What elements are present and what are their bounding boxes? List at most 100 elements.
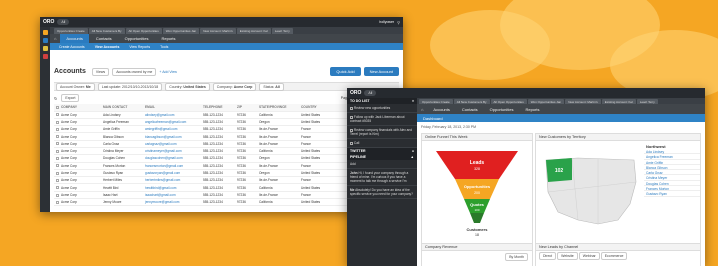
chat-message: Me Absolutely! Do you have an idea of th…	[347, 186, 417, 199]
feed-icon[interactable]	[42, 54, 48, 59]
cell-state: Ile-de-France	[257, 191, 299, 200]
nav-contacts[interactable]: Contacts	[90, 34, 118, 43]
subnav-create-accounts[interactable]: Create Accounts	[54, 45, 90, 49]
col-state[interactable]: STATE/PROVINCE	[257, 104, 299, 112]
cell-contact: Blanca Gibson	[101, 132, 143, 141]
add-view-link[interactable]: + Add View	[159, 70, 177, 74]
filter-updated[interactable]: Last update: 2012/10/10-2013/10/18	[97, 82, 163, 91]
pinned-tab[interactable]: Lead: Terry	[271, 28, 293, 34]
col-telephone[interactable]: TELEPHONE	[201, 104, 235, 112]
cell-email[interactable]: douglascohen@gmail.com	[143, 154, 201, 163]
nav-contacts[interactable]: Contacts	[456, 105, 484, 114]
refresh-icon[interactable]: ↻	[54, 96, 57, 101]
col-zip[interactable]: ZIP	[235, 104, 257, 112]
contact-link[interactable]: Gustavo Ryan	[644, 191, 700, 197]
revenue-filter-select[interactable]: By Month	[505, 253, 528, 261]
leads-tab-ecommerce[interactable]: Ecommerce	[600, 252, 628, 260]
export-button[interactable]: Export	[61, 94, 80, 102]
home-icon[interactable]: ⌂	[421, 107, 423, 112]
cell-contact: Frances Morton	[101, 162, 143, 170]
territory-value: 102	[555, 168, 564, 174]
todo-item[interactable]: Follow up with Jack Liberman about contr…	[347, 113, 417, 126]
new-account-button[interactable]: New Account	[363, 67, 399, 76]
cell-email[interactable]: amiegriffin@gmail.com	[143, 125, 201, 134]
col-email[interactable]: EMAIL	[143, 104, 201, 112]
pin-icon[interactable]	[42, 30, 48, 35]
cell-telephone: 555-123-1234	[201, 183, 235, 192]
subnav-view-accounts[interactable]: View Accounts	[90, 45, 125, 49]
quick-add-button[interactable]: Quick Add	[330, 67, 361, 76]
nav-reports[interactable]: Reports	[155, 34, 181, 43]
leads-tab-direct[interactable]: Direct	[539, 252, 557, 260]
cell-contact: Herbert Miles	[101, 176, 143, 185]
leads-tab-website[interactable]: Website	[557, 252, 578, 260]
cell-telephone: 555-123-1234	[201, 111, 235, 119]
views-select[interactable]: Accounts owned by me	[112, 67, 157, 76]
nav-opportunities[interactable]: Opportunities	[484, 105, 520, 114]
col-main-contact[interactable]: MAIN CONTACT	[101, 104, 143, 112]
funnel-leads-value: 328	[474, 167, 480, 171]
cell-email[interactable]: isaachart@gmail.com	[143, 191, 201, 200]
cell-zip: 97236	[235, 147, 257, 156]
leads-title: New Leads by Channel	[536, 244, 700, 251]
pinned-tab[interactable]: Existing Account: Kel	[236, 28, 271, 34]
home-icon[interactable]: ⌂	[54, 36, 56, 41]
cell-email[interactable]: herbertmiles@gmail.com	[143, 176, 201, 185]
scope-select[interactable]: All	[57, 19, 70, 25]
todo-item[interactable]: Review new opportunities	[347, 104, 417, 113]
dashboard-date: Friday, February 18, 2013, 2:30 PM	[421, 125, 476, 129]
nav-accounts[interactable]: Accounts	[427, 105, 455, 114]
funnel-chart: Leads 328 Opportunities 200 Quotes 100 C…	[436, 151, 518, 237]
nav-accounts[interactable]: Accounts	[60, 34, 89, 43]
subnav-view-reports[interactable]: View Reports	[124, 45, 155, 49]
nav-reports[interactable]: Reports	[519, 105, 545, 114]
cell-telephone: 555-123-1234	[201, 169, 235, 178]
history-icon[interactable]	[42, 46, 48, 51]
cell-email[interactable]: hewittbird@gmail.com	[143, 183, 201, 192]
cell-zip: 97236	[235, 176, 257, 185]
cell-telephone: 555-123-1234	[201, 176, 235, 185]
cell-email[interactable]: carlagnaz@gmail.com	[143, 140, 201, 149]
search-icon[interactable]: ⚲	[397, 20, 400, 25]
cell-contact: Cristina Meyer	[101, 147, 143, 156]
cell-company: Acme Corp	[59, 183, 101, 192]
add-button[interactable]: Add	[347, 160, 417, 169]
cell-email[interactable]: jennymoore@gmail.com	[143, 198, 201, 207]
cell-company: Acme Corp	[59, 125, 101, 134]
filter-status[interactable]: Status: All	[259, 82, 284, 91]
pinned-tab[interactable]: New Account: Martin's	[200, 28, 236, 34]
dashboard-subnav[interactable]: Dashboard	[417, 114, 705, 122]
views-label: Views	[91, 67, 110, 76]
todo-item[interactable]: Call	[347, 139, 417, 148]
subnav-tools[interactable]: Tools	[155, 45, 173, 49]
cell-state: Ile-de-France	[257, 140, 299, 149]
funnel-customers-label: Customers	[467, 227, 489, 232]
cell-email[interactable]: alindsey@gmail.com	[143, 111, 201, 119]
cell-email[interactable]: blancagibson@gmail.com	[143, 132, 201, 141]
sub-nav: Create Accounts View Accounts View Repor…	[40, 43, 403, 50]
funnel-leads-label: Leads	[470, 160, 485, 166]
cell-company: Acme Corp	[59, 147, 101, 156]
user-menu[interactable]: hollyower	[379, 20, 394, 24]
favorites-icon[interactable]	[42, 38, 48, 43]
cell-zip: 97236	[235, 191, 257, 200]
scope-select[interactable]: All	[364, 90, 377, 96]
col-company[interactable]: COMPANY	[59, 104, 101, 112]
cell-email[interactable]: francesmorton@gmail.com	[143, 162, 201, 170]
cell-state: California	[257, 183, 299, 192]
close-icon[interactable]: ×	[412, 99, 414, 103]
filter-owner[interactable]: Account Owner: Me	[56, 82, 95, 91]
funnel-panel: Online Funnel This Week Leads 328 Opport…	[421, 133, 533, 253]
filter-company[interactable]: Company: Acme Corp	[212, 82, 257, 91]
cell-email[interactable]: angelicafreeman@gmail.com	[143, 118, 201, 127]
todo-item[interactable]: Review company financials with Alex and …	[347, 126, 417, 139]
cell-email[interactable]: cristinameyer@gmail.com	[143, 147, 201, 156]
leads-tab-webinar[interactable]: Webinar	[578, 252, 600, 260]
top-bar: ORO All	[347, 88, 705, 98]
filter-country[interactable]: Country: United States	[165, 82, 210, 91]
cell-telephone: 555-123-1234	[201, 147, 235, 156]
us-map: 102	[545, 157, 637, 225]
nav-opportunities[interactable]: Opportunities	[119, 34, 155, 43]
cell-email[interactable]: gustavoryan@gmail.com	[143, 169, 201, 178]
funnel-opportunities	[455, 179, 499, 199]
